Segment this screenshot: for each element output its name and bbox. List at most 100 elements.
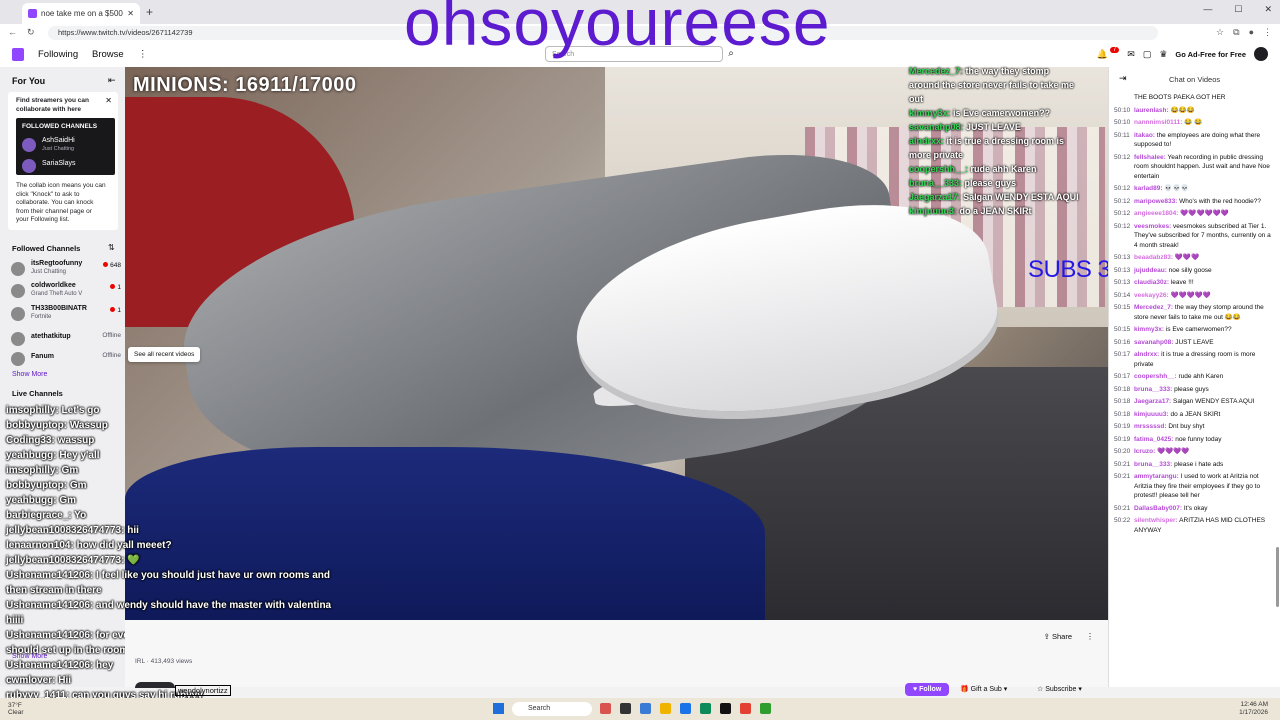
overlay-chat-line: jellybean1008326474773: hii bbox=[6, 525, 139, 536]
close-icon[interactable]: ✕ bbox=[105, 96, 112, 105]
chat-username[interactable]: kimjuuuu3: bbox=[1134, 411, 1169, 418]
chat-body: Mercedez_7: the way they stomp around th… bbox=[1134, 303, 1274, 322]
chat-username[interactable]: laurenlash: bbox=[1134, 107, 1169, 114]
close-tab-icon[interactable]: ✕ bbox=[127, 9, 134, 18]
chat-username[interactable]: angieeee1804: bbox=[1134, 210, 1178, 217]
chat-text: 😂 😂 bbox=[1184, 119, 1203, 126]
chat-username[interactable]: alndrxx: bbox=[1134, 351, 1159, 358]
app-icon[interactable] bbox=[640, 703, 651, 714]
app-icon[interactable] bbox=[600, 703, 611, 714]
whispers-icon[interactable]: ▢ bbox=[1143, 49, 1152, 60]
ad-free-button[interactable]: Go Ad-Free for Free bbox=[1175, 50, 1246, 59]
chat-username[interactable]: maripowe833: bbox=[1134, 198, 1177, 205]
chat-text: noe silly goose bbox=[1168, 266, 1212, 274]
folder-icon[interactable] bbox=[660, 703, 671, 714]
subscribe-button[interactable]: ☆ Subscribe ▾ bbox=[1037, 685, 1082, 693]
chat-message: 50:12 maripowe833: Who's with the red hoo… bbox=[1114, 197, 1274, 207]
chat-scrollbar[interactable] bbox=[1276, 547, 1279, 607]
channel-name-link[interactable]: wendolynortizz bbox=[175, 685, 231, 696]
sidebar-channel[interactable]: coldworldkee Grand Theft Auto V 1 bbox=[11, 282, 121, 302]
twitch-logo-icon[interactable] bbox=[12, 48, 24, 61]
edge-icon[interactable] bbox=[680, 703, 691, 714]
crown-icon[interactable]: ♛ bbox=[1159, 49, 1167, 60]
more-options-icon[interactable]: ⋮ bbox=[1086, 632, 1094, 641]
clock[interactable]: 12:46 AM 1/17/2026 bbox=[1239, 701, 1268, 717]
app-icon[interactable] bbox=[700, 703, 711, 714]
chat-username[interactable]: Mercedez_7: bbox=[1134, 304, 1173, 311]
chat-username[interactable]: kimmy3x: bbox=[1134, 326, 1164, 333]
inbox-icon[interactable]: ✉ bbox=[1127, 49, 1135, 60]
sidebar-channel[interactable]: Fanum Offline bbox=[11, 350, 121, 370]
collapse-chat-icon[interactable]: ⇥ bbox=[1119, 73, 1127, 84]
chat-username[interactable]: ammytarangu: bbox=[1134, 473, 1179, 480]
bookmark-star-icon[interactable]: ☆ bbox=[1216, 27, 1224, 38]
chat-username[interactable]: fatima_0425: bbox=[1134, 436, 1173, 443]
overlay-chat-user: savanahp08: bbox=[909, 122, 964, 132]
chat-timestamp: 50:13 bbox=[1114, 254, 1131, 261]
gift-sub-button[interactable]: 🎁 Gift a Sub ▾ bbox=[960, 685, 1007, 693]
profile-icon[interactable]: ● bbox=[1249, 27, 1254, 38]
chat-username[interactable]: coopershh__: bbox=[1134, 373, 1177, 380]
refresh-icon[interactable]: ↻ bbox=[27, 27, 35, 38]
chat-message: 50:18 kimjuuuu3: do a JEAN SKIRt bbox=[1114, 410, 1274, 420]
chat-text: 💜💜💜 bbox=[1174, 254, 1200, 261]
chat-message: 50:10 laurenlash: 😂😂😂 bbox=[1114, 106, 1274, 116]
chat-username[interactable]: claudia30z: bbox=[1134, 279, 1169, 286]
close-window-icon[interactable]: ✕ bbox=[1264, 4, 1272, 15]
sidebar-channel[interactable]: itsRegtoofunny Just Chatting 648 bbox=[11, 260, 121, 280]
nav-more-icon[interactable]: ⋮ bbox=[138, 49, 148, 60]
back-icon[interactable]: ← bbox=[8, 27, 17, 38]
share-button[interactable]: ⇪ Share bbox=[1044, 632, 1072, 641]
chat-body: silentwhisper: ARITZIA HAS MID CLOTHES A… bbox=[1134, 516, 1274, 535]
chat-username[interactable]: savanahp08: bbox=[1134, 339, 1173, 346]
collapse-sidebar-icon[interactable]: ⇤ bbox=[108, 75, 116, 86]
chat-username[interactable]: Jaegarza17: bbox=[1134, 398, 1171, 405]
sort-icon[interactable]: ⇅ bbox=[108, 243, 115, 252]
show-more-link[interactable]: Show More bbox=[12, 371, 47, 378]
notifications-icon[interactable]: 🔔 bbox=[1097, 49, 1108, 60]
browser-tab[interactable]: noe take me on a $5000 shoppin ✕ bbox=[22, 3, 140, 24]
sidebar-channel[interactable]: TH33B00BINATR Fortnite 1 bbox=[11, 305, 121, 325]
chat-body: DallasBaby007: It's okay bbox=[1134, 504, 1274, 514]
windows-start-icon[interactable] bbox=[493, 703, 504, 714]
chat-body: alndrxx: it is true a dressing room is m… bbox=[1134, 350, 1274, 369]
app-icon[interactable] bbox=[620, 703, 631, 714]
chat-timestamp: 50:21 bbox=[1114, 504, 1131, 512]
chat-username[interactable]: jujuddeau: bbox=[1134, 267, 1167, 274]
avatar[interactable] bbox=[135, 682, 175, 688]
tiktok-icon[interactable] bbox=[720, 703, 731, 714]
chat-username[interactable]: Icruzo: bbox=[1134, 448, 1155, 455]
channel-name: Fanum bbox=[31, 353, 54, 360]
overlay-chat-line: alndrxx: it is true a dressing room is bbox=[909, 134, 1109, 148]
overlay-chat-line: imsophilly: Let's go bbox=[6, 405, 100, 416]
nav-following[interactable]: Following bbox=[38, 49, 78, 60]
sidebar-channel[interactable]: atethatkitup Offline bbox=[11, 330, 121, 350]
browser-menu-icon[interactable]: ⋮ bbox=[1263, 27, 1272, 38]
chat-username[interactable]: bruna__333: bbox=[1134, 386, 1172, 393]
chat-username[interactable]: bruna__333: bbox=[1134, 461, 1172, 468]
chat-username[interactable]: karlad89: bbox=[1134, 185, 1163, 192]
chat-username[interactable]: silentwhisper: bbox=[1134, 517, 1178, 524]
chat-message: 50:19 mrsssssd: Dnt buy shyt bbox=[1114, 422, 1274, 432]
minimize-icon[interactable]: — bbox=[1203, 4, 1212, 15]
chat-message: 50:12 karlad89: 💀💀💀 bbox=[1114, 184, 1274, 194]
chat-body: maripowe833: Who's with the red hoodie?? bbox=[1134, 197, 1274, 207]
chat-username[interactable]: nannnimsl0111: bbox=[1134, 119, 1182, 126]
app-icon[interactable] bbox=[760, 703, 771, 714]
taskbar-search[interactable]: Search bbox=[512, 702, 592, 716]
user-avatar[interactable] bbox=[1254, 47, 1268, 61]
follow-button[interactable]: ♥ Follow bbox=[905, 683, 950, 696]
chat-username[interactable]: veesmokes: bbox=[1134, 223, 1171, 230]
chat-username[interactable]: veekayy26: bbox=[1134, 292, 1169, 299]
weather-widget[interactable]: 37°F Clear bbox=[8, 702, 24, 716]
chat-username[interactable]: fellshalee: bbox=[1134, 154, 1166, 161]
chat-username[interactable]: mrsssssd: bbox=[1134, 423, 1167, 430]
new-tab-icon[interactable]: + bbox=[146, 5, 153, 19]
chat-username[interactable]: beaadabz83: bbox=[1134, 254, 1173, 261]
chat-username[interactable]: itakao: bbox=[1134, 132, 1155, 139]
maximize-icon[interactable]: ☐ bbox=[1234, 4, 1242, 15]
extensions-icon[interactable]: ⧉ bbox=[1233, 27, 1239, 38]
chrome-icon[interactable] bbox=[740, 703, 751, 714]
chat-username[interactable]: DallasBaby007: bbox=[1134, 505, 1182, 512]
nav-browse[interactable]: Browse bbox=[92, 49, 124, 60]
